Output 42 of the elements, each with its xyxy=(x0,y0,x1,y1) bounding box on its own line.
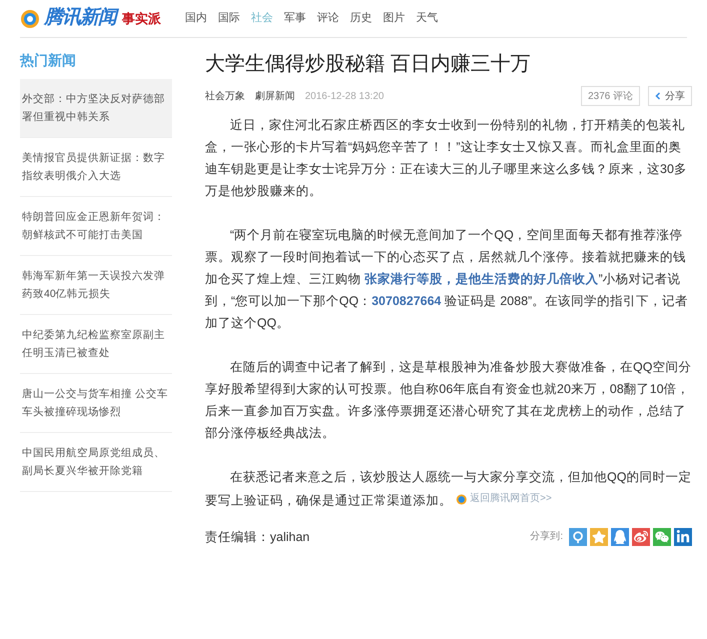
nav-link[interactable]: 军事 xyxy=(284,10,306,27)
article-meta: 社会万象 xyxy=(205,90,245,104)
weibo-icon xyxy=(634,530,648,544)
sidebar-item[interactable]: 中纪委第九纪检监察室原副主任明玉清已被查处 xyxy=(20,315,172,374)
comments-button[interactable]: 2376 评论 xyxy=(580,86,640,106)
logo-subtitle: 事实派 xyxy=(122,10,161,28)
nav-link[interactable]: 国内 xyxy=(185,10,207,27)
nav-link[interactable]: 历史 xyxy=(350,10,372,27)
share-target-button[interactable] xyxy=(632,528,650,546)
nav-link[interactable]: 图片 xyxy=(383,10,405,27)
share-target-button[interactable] xyxy=(653,528,671,546)
article-meta: 劇屏新闻 xyxy=(255,90,295,104)
article-paragraph: 在随后的调查中记者了解到，这是草根股神为准备炒股大赛做准备，在QQ空间分享好股希望得到大家的认可投票。他自称06年底自有资金也就20来万，08翻了10倍，后来一直参加百万实盘。许多涨停票拥趸还潜心研究了其在龙虎榜上的动作，总结了部分涨停板经典战法。 xyxy=(205,359,692,442)
star-icon xyxy=(592,530,606,544)
penguin-icon xyxy=(613,530,627,544)
logo-icon xyxy=(456,494,467,504)
share-target-button[interactable] xyxy=(611,528,629,546)
chat-icon xyxy=(655,530,669,544)
share-caret-icon xyxy=(655,92,661,100)
article-paragraph: 近日，家住河北石家庄桥西区的李女士收到一份特别的礼物，打开精美的包装礼盒，一张心形的卡片写着“妈妈您辛苦了！！”这让李女士又惊又喜。而礼盒里面的奥迪车钥匙更是让李女士诧异万分：正在读大三的儿子哪里来这么多钱？原来，这30多万是他炒股赚来的。 xyxy=(205,117,688,200)
sidebar-title: 热门新闻 xyxy=(20,51,77,70)
article-paragraph: “两个月前在寝室玩电脑的时候无意间加了一个QQ，空间里面每天都有推荐涨停票。观察了一段时间抱着试一下的心态买了点，居然就几个涨停。接着就把赚来的钱加仓买了煌上煌、三江购物 张家港行等股，是他生活费的好几倍收入”小杨对记者说到，“您可以加一下那个QQ：3070827664 验证码是 2088”。在该同学的指引下，记者加了这个QQ。 xyxy=(205,227,690,332)
article-title: 大学生偶得炒股秘籍 百日内赚三十万 xyxy=(205,52,532,77)
share-label: 分享到: xyxy=(530,530,563,544)
zone-icon xyxy=(571,530,585,544)
sidebar-item[interactable]: 韩海军新年第一天误投六发弹药致40亿韩元损失 xyxy=(20,256,172,315)
nav-link[interactable]: 国际 xyxy=(218,10,240,27)
linkedin-icon xyxy=(676,530,690,544)
sidebar-item[interactable]: 唐山一公交与货车相撞 公交车车头被撞碎现场惨烈 xyxy=(20,374,172,433)
logo-icon xyxy=(20,8,40,28)
share-target-button[interactable] xyxy=(674,528,692,546)
share-target-button[interactable] xyxy=(569,528,587,546)
article-paragraph: 在获悉记者来意之后，该炒股达人愿统一与大家分享交流，但加他QQ的同时一定要写上验证码，确保是通过正常渠道添加。 返回腾讯网首页>> xyxy=(205,466,692,512)
sidebar-item[interactable]: 美情报官员提供新证据：数字指纹表明俄介入大选 xyxy=(20,138,172,197)
sidebar-item[interactable]: 外交部：中方坚决反对萨德部署但重视中韩关系 xyxy=(20,79,172,138)
nav-link[interactable]: 天气 xyxy=(416,10,438,27)
sidebar-item[interactable]: 特朗普回应金正恩新年贺词：朝鲜核武不可能打击美国 xyxy=(20,197,172,256)
share-button[interactable]: 分享 xyxy=(648,86,692,106)
editor-credit: 责任编辑：yalihan xyxy=(205,528,310,546)
nav-link[interactable]: 评论 xyxy=(317,10,339,27)
article-meta: 2016-12-28 13:20 xyxy=(305,90,384,104)
sidebar-item[interactable]: 中国民用航空局原党组成员、副局长夏兴华被开除党籍 xyxy=(20,433,172,492)
